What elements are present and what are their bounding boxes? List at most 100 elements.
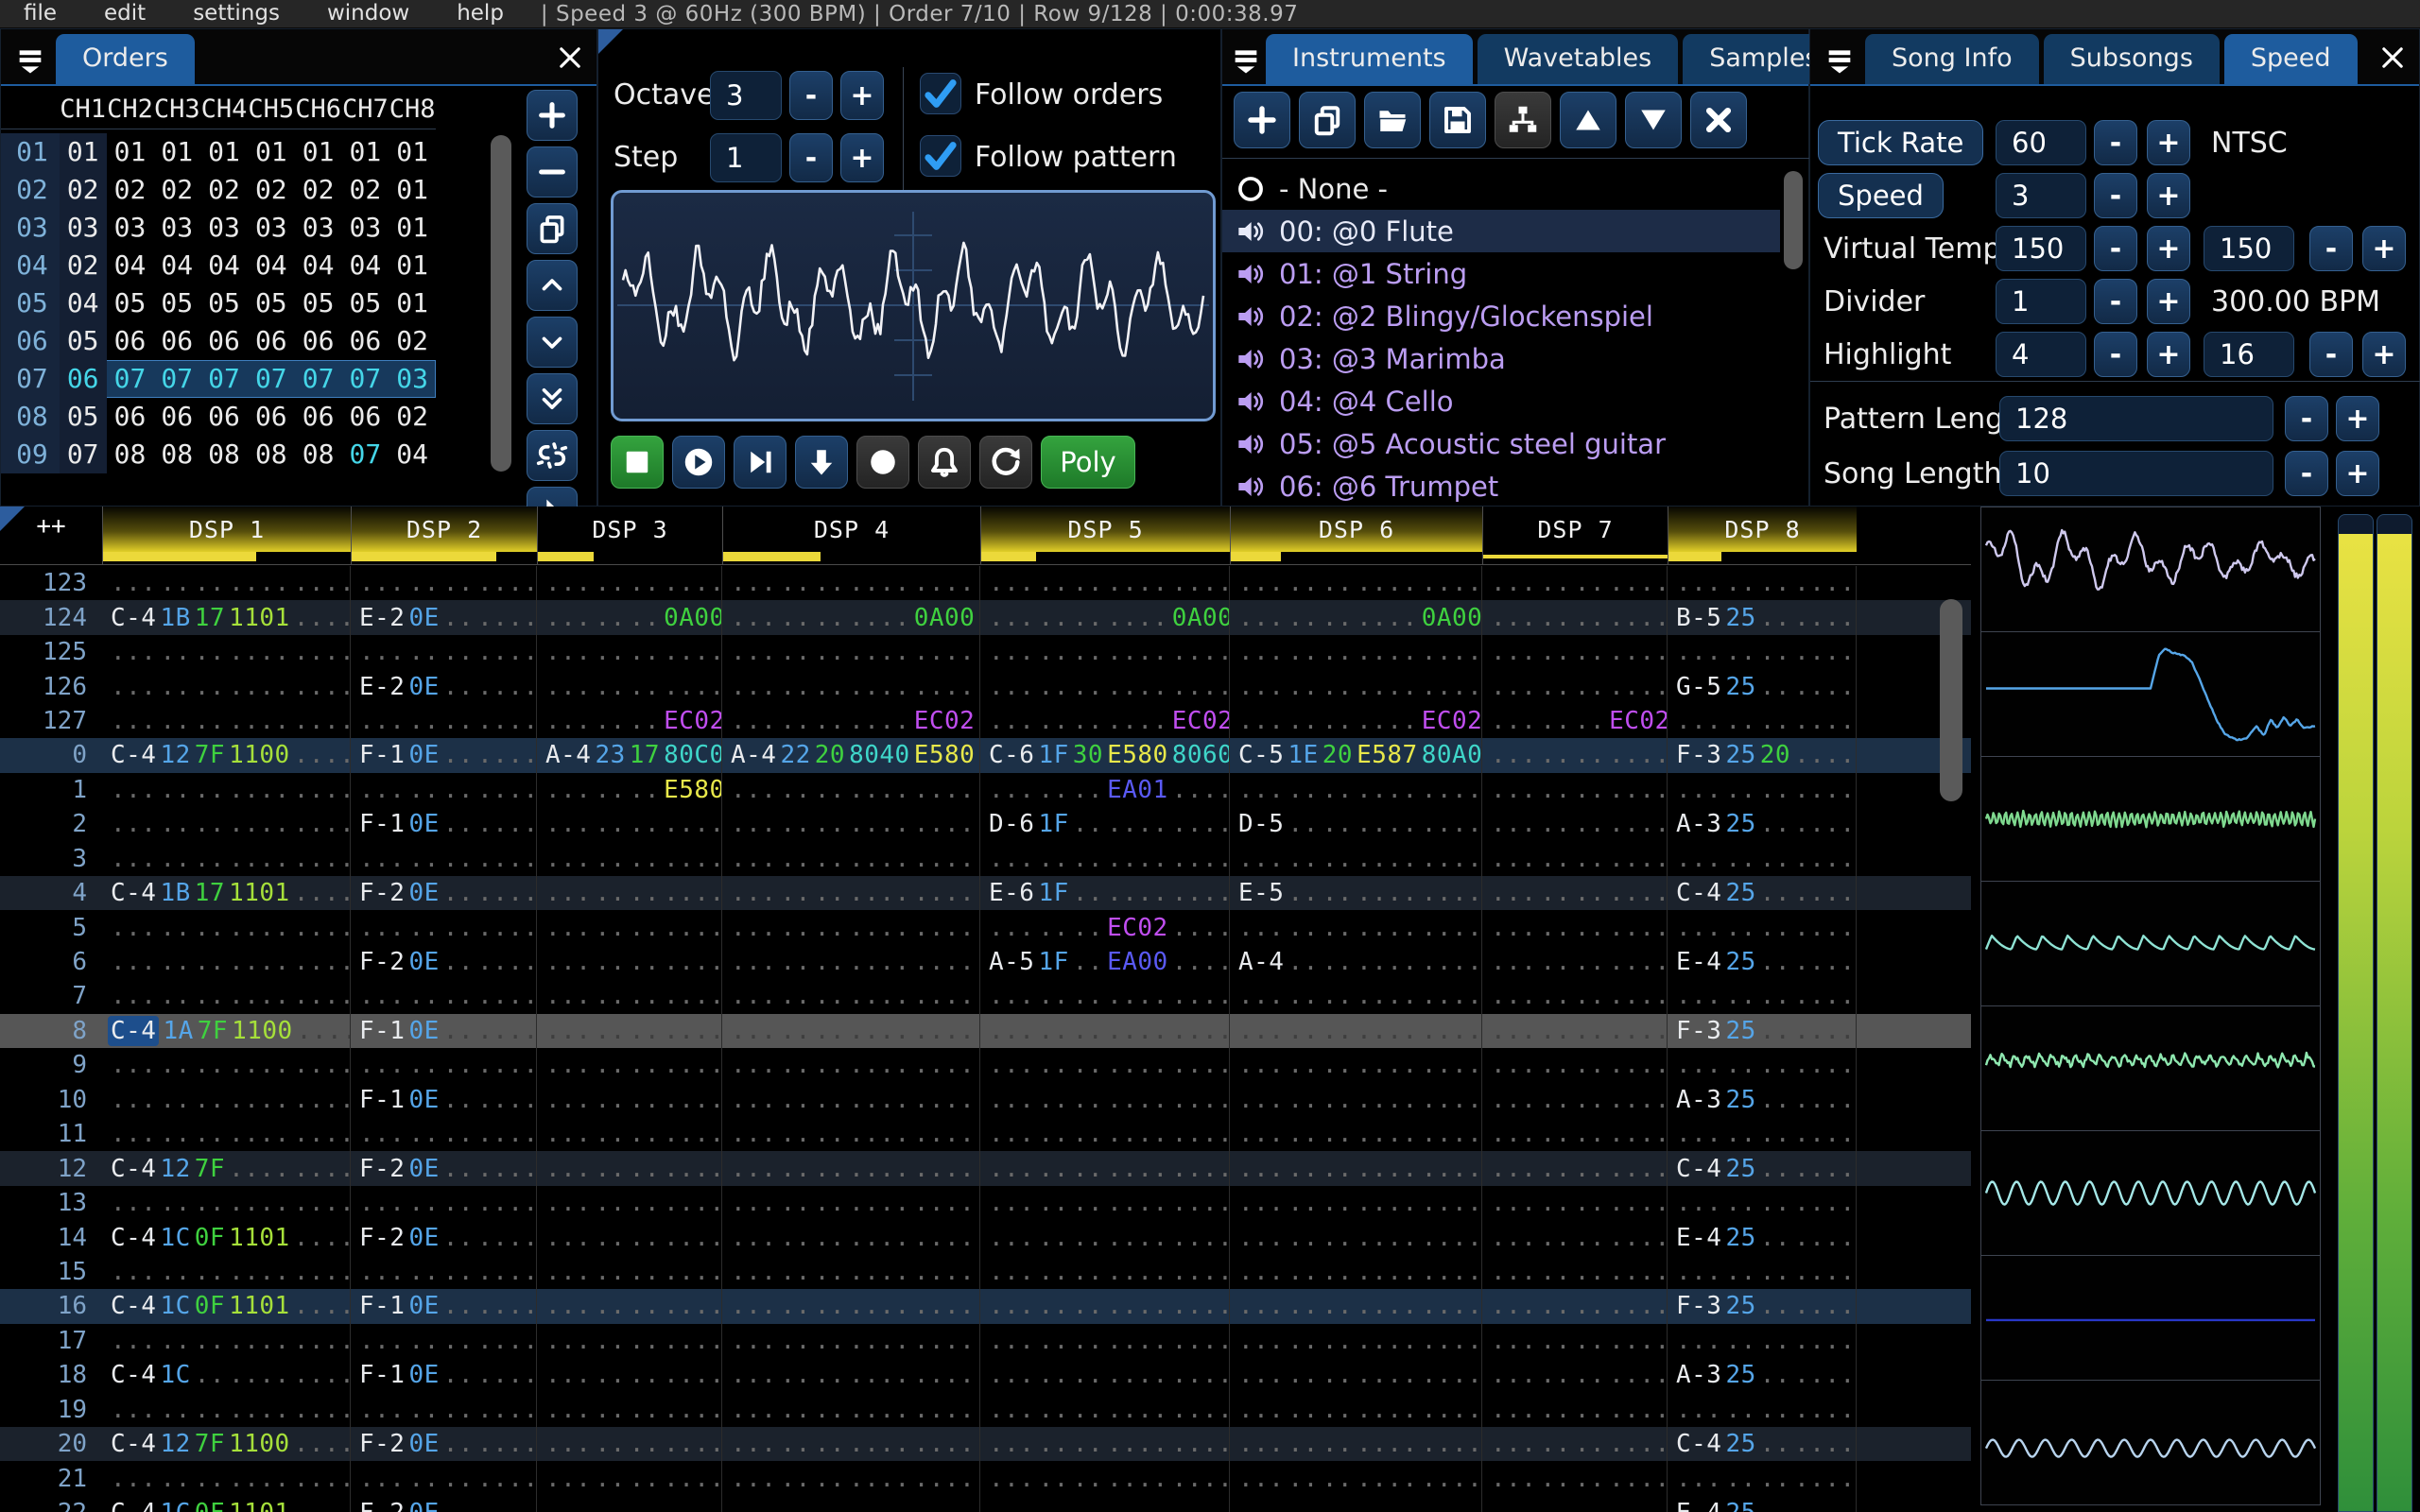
pattern-cell[interactable]: ....... 0A00 [537,600,722,635]
tab-song-info[interactable]: Song Info [1865,34,2039,84]
pattern-cell[interactable]: ........... [1482,1048,1668,1083]
pattern-cell[interactable]: ........... [537,1392,722,1427]
highlight-increment-button[interactable]: + [2147,332,2190,377]
pattern-cell[interactable]: F-1 0E...... [351,738,537,773]
pattern-cell[interactable]: ........... [1482,1185,1668,1221]
pattern-cell[interactable]: ............... [722,841,980,876]
order-cell[interactable]: 02 [341,171,389,209]
pattern-cell[interactable]: C-5 1E 20 E587 80A0 [1230,738,1482,773]
pattern-cell[interactable]: ............... [102,703,351,739]
order-cell[interactable]: 06 [295,322,342,360]
order-cell[interactable]: 02 [153,171,200,209]
repeat-pattern-button[interactable] [979,436,1032,489]
pattern-cell[interactable]: ........... [537,910,722,945]
order-row-08[interactable]: 08 05 06 06 06 06 06 06 02 [1,398,436,436]
order-cell[interactable]: 01 [295,133,342,171]
pattern-cell[interactable]: ........... [1482,1013,1668,1049]
order-cell[interactable]: 01 [389,133,436,171]
pattern-cell[interactable]: ........... [1668,703,1857,739]
order-cell[interactable]: 07 [295,360,342,398]
pattern-cell[interactable]: ............... [980,566,1230,601]
virtual-tempo-input[interactable]: 150 [1996,226,2086,271]
pattern-cell[interactable]: ........... [1668,1392,1857,1427]
order-cell[interactable]: 01 [200,133,248,171]
pattern-cell[interactable]: ............... [722,1289,980,1324]
pattern-length-increment-button[interactable]: + [2336,396,2379,441]
pattern-cell[interactable]: ........... [1668,910,1857,945]
pattern-cell[interactable]: ............... [102,1323,351,1359]
pattern-cell[interactable]: ........... [1482,841,1668,876]
octave-input[interactable]: 3 [710,71,782,120]
pattern-cell[interactable]: F-1 0E...... [351,807,537,842]
channel-header-dsp-8[interactable]: DSP 8 [1668,507,1857,564]
pattern-cell[interactable]: ............... [1230,979,1482,1014]
pattern-cell[interactable]: ........... [537,1048,722,1083]
order-cell[interactable]: 05 [59,322,107,360]
order-cell[interactable]: 01 [59,133,107,171]
song-length-input[interactable]: 10 [1999,451,2273,496]
instruments-scrollbar[interactable] [1784,171,1803,269]
pattern-cell[interactable]: ............... [102,1392,351,1427]
step-decrement-button[interactable]: - [789,133,833,182]
instrument-folder-view-button[interactable] [1495,92,1551,148]
instrument-item[interactable]: 02: @2 Blingy/Glockenspiel [1222,295,1780,337]
order-cell[interactable]: 08 [200,436,248,473]
orders-window-menu-button[interactable] [9,39,52,82]
stop-button[interactable] [611,436,664,489]
pattern-cell[interactable]: ............... [722,669,980,704]
pattern-cell[interactable]: ............... [1230,910,1482,945]
order-cell[interactable]: 06 [200,398,248,436]
song-settings-close-icon[interactable] [2372,37,2413,78]
pattern-cell[interactable]: ........... [351,634,537,670]
pattern-row-15[interactable]: 15......................................… [0,1254,1971,1290]
pattern-cell[interactable]: A-3 25...... [1668,1358,1857,1393]
order-cell[interactable]: 04 [389,436,436,473]
order-cell[interactable]: 03 [295,209,342,247]
pattern-cell[interactable]: ........... [1668,1323,1857,1359]
pattern-cell[interactable]: ........... [537,1220,722,1255]
pattern-row-22[interactable]: 22C-41C0F1101....F-20E..................… [0,1495,1971,1512]
pattern-row-1[interactable]: 1................................. E580..… [0,772,1971,808]
pattern-cell[interactable]: ............... [1230,1013,1482,1049]
pattern-row-8[interactable]: 8 C-41A7F1100....F-10E...................… [0,1013,1971,1049]
menu-settings[interactable]: settings [169,0,303,28]
pattern-row-10[interactable]: 10............... F-1 0E..................… [0,1082,1971,1117]
order-row-02[interactable]: 02 02 02 02 02 02 02 02 01 [1,171,436,209]
pattern-cell[interactable]: ........... [537,1082,722,1117]
order-cell[interactable]: 04 [295,247,342,284]
pattern-cell[interactable]: ............... [102,979,351,1014]
pattern-cell[interactable]: ............... [1230,772,1482,808]
pattern-cell[interactable]: C-41C0F1101.... [102,1289,351,1324]
pattern-cell[interactable]: ............... [980,841,1230,876]
pattern-cell[interactable]: ............... [1230,1254,1482,1290]
pattern-cell[interactable]: ............... [722,1220,980,1255]
order-cell[interactable]: 05 [341,284,389,322]
pattern-cell[interactable]: ............... [722,1117,980,1152]
order-cell[interactable]: 06 [107,398,154,436]
order-cell[interactable]: 05 [59,398,107,436]
order-cell[interactable]: 02 [389,322,436,360]
pattern-grid[interactable]: 123.....................................… [0,566,1971,1512]
pattern-cell[interactable]: F-3 25...... [1668,1289,1857,1324]
pattern-cell[interactable]: E-425...... [1668,1220,1857,1255]
instrument-item[interactable]: 03: @3 Marimba [1222,337,1780,380]
pattern-cell[interactable]: F-1 0E...... [351,1358,537,1393]
pattern-cell[interactable]: C-4 12 7F 1100.... [102,1426,351,1462]
order-cell[interactable]: 03 [248,209,295,247]
pattern-cell[interactable]: ............... [980,1082,1230,1117]
pattern-cell[interactable]: ............... [1230,1461,1482,1496]
pattern-cell[interactable]: ........... [537,1461,722,1496]
pattern-cell[interactable]: ........... [1482,1461,1668,1496]
highlight-decrement-2-button[interactable]: - [2309,332,2353,377]
follow-pattern-checkbox[interactable] [920,135,961,177]
pattern-cell[interactable]: ........... [351,1254,537,1290]
order-cell[interactable]: 02 [248,171,295,209]
pattern-cell[interactable]: ........... [1482,979,1668,1014]
pattern-cell[interactable]: ............... [722,1151,980,1186]
pattern-cell[interactable]: ............... [722,634,980,670]
change-all-orders-button[interactable] [527,430,578,481]
pattern-row-125[interactable]: 125.....................................… [0,634,1971,670]
pattern-cell[interactable]: ........... [1668,1185,1857,1221]
follow-orders-checkbox[interactable] [920,73,961,114]
order-cell[interactable]: 04 [248,247,295,284]
